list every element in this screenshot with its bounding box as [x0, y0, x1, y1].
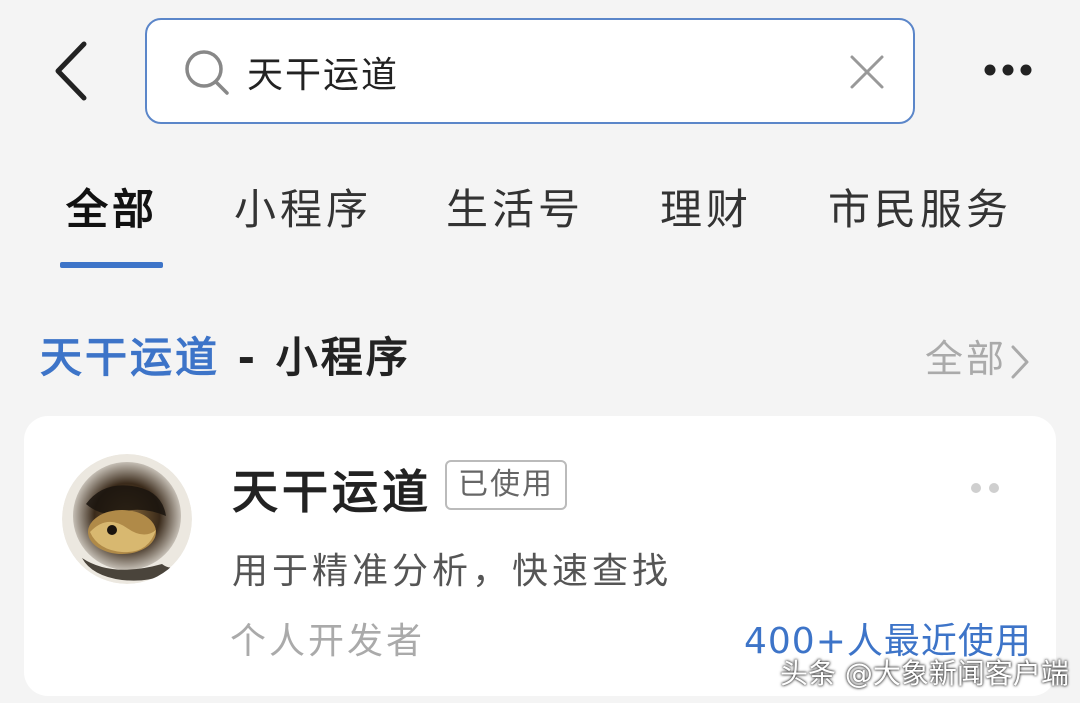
app-developer: 个人开发者: [230, 621, 426, 662]
chevron-right-icon: [1011, 345, 1029, 378]
search-icon: [185, 50, 229, 95]
app-avatar: [62, 454, 192, 584]
watermark: 头条 @大象新闻客户端: [780, 657, 1069, 690]
tab-all[interactable]: 全部: [66, 176, 158, 237]
section-category: 小程序: [275, 333, 411, 382]
app-name[interactable]: 天干运道: [232, 456, 432, 522]
search-box[interactable]: [145, 18, 915, 124]
chevron-left-icon: [55, 41, 87, 101]
more-button[interactable]: [980, 52, 1040, 88]
app-description: 用于精准分析，快速查找: [232, 551, 673, 592]
tab-mini-programs[interactable]: 小程序: [234, 176, 372, 237]
tab-bar: 全部 小程序 生活号 理财 市民服务: [0, 160, 1080, 270]
section-title: 天干运道 - 小程序: [40, 324, 411, 385]
tab-life-accounts[interactable]: 生活号: [446, 176, 584, 237]
tab-finance[interactable]: 理财: [660, 176, 752, 237]
used-badge: 已使用: [445, 460, 567, 510]
section-more-link[interactable]: 全部: [925, 328, 1031, 383]
section-more-label: 全部: [925, 337, 1008, 381]
active-tab-indicator: [60, 262, 163, 268]
top-bar: [0, 0, 1080, 140]
back-button[interactable]: [46, 38, 106, 104]
more-horizontal-icon: [984, 64, 1032, 76]
close-icon[interactable]: [847, 52, 887, 92]
more-dots-icon[interactable]: [968, 478, 1002, 498]
section-keyword: 天干运道: [40, 333, 221, 382]
section-separator: -: [220, 333, 276, 382]
yin-yang-logo-icon: [62, 454, 192, 584]
search-input[interactable]: [247, 42, 827, 102]
tab-citizen-services[interactable]: 市民服务: [828, 176, 1012, 237]
section-header: 天干运道 - 小程序 全部: [0, 318, 1080, 388]
